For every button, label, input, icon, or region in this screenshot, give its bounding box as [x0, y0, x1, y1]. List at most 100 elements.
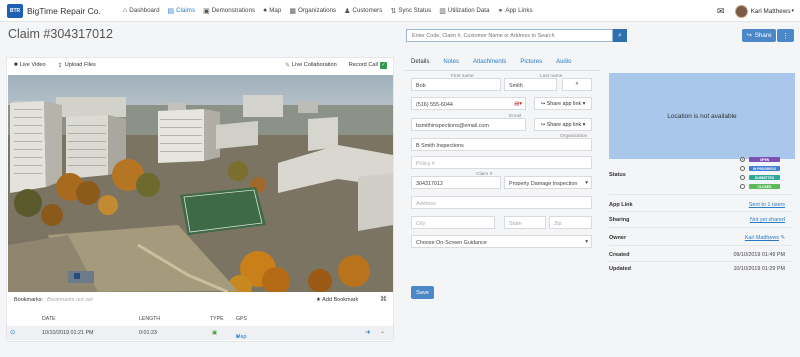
video-panel: ■ Live Video ⇪ Upload Files ✎ Live Collabor…: [6, 57, 394, 342]
row-length: 0:01:23: [139, 330, 157, 336]
lookup-button[interactable]: ⌕: [562, 78, 592, 91]
nav-item-utilization-data[interactable]: ▥ Utilization Data: [435, 0, 493, 22]
sharing-label: Sharing: [609, 217, 630, 223]
nav-item-label: Customers: [352, 7, 383, 14]
divider: [609, 194, 793, 195]
organization-field[interactable]: B Smith Inspections: [411, 138, 592, 151]
us-flag-icon[interactable]: ▤▾: [514, 101, 522, 107]
address-field[interactable]: Address: [411, 196, 592, 209]
chevron-down-icon[interactable]: ▾: [791, 8, 794, 14]
claim-number-field[interactable]: 304317012: [411, 176, 501, 189]
dashboard-icon: ⌂: [123, 7, 128, 14]
aerial-city-video-frame: [8, 75, 393, 292]
owner-link[interactable]: Karl Matthews: [745, 235, 779, 241]
status-label: Status: [609, 172, 626, 178]
created-value: 09/10/2019 01:49 PM: [733, 252, 785, 258]
bookmarks-placeholder[interactable]: Bookmarks not set: [47, 297, 93, 303]
search-icon: ⌕: [575, 81, 579, 87]
chevron-down-icon: ▾: [585, 239, 588, 245]
video-player[interactable]: [8, 75, 393, 292]
search-input[interactable]: [406, 29, 613, 42]
record-call-toggle[interactable]: Record Call ✓: [349, 61, 387, 69]
tab-notes[interactable]: Notes: [443, 57, 459, 69]
updated-label: Updated: [609, 266, 631, 272]
live-collaboration-label: Live Collaboration: [291, 62, 337, 68]
location-map-placeholder: Location is not available: [609, 73, 795, 159]
share-app-link-phone-button[interactable]: ↪ Share app link ▾: [534, 97, 592, 110]
chevron-down-icon[interactable]: ⌄: [380, 328, 385, 335]
state-field[interactable]: State: [504, 216, 546, 229]
tab-attachments[interactable]: Attachments: [473, 57, 506, 69]
row-date: 10/10/2019 01:21 PM: [42, 330, 94, 336]
upload-icon: ⇪: [57, 62, 63, 69]
status-option-closed[interactable]: CLOSED: [740, 183, 780, 190]
updated-value: 10/10/2019 01:29 PM: [733, 266, 785, 272]
nav-item-app-links[interactable]: ⚭ App Links: [493, 0, 536, 22]
add-bookmark-label: Add Bookmark: [322, 297, 359, 303]
nav-item-label: Demonstrations: [211, 7, 256, 14]
live-collaboration-button[interactable]: ✎ Live Collaboration: [285, 62, 337, 69]
phone-field[interactable]: (516) 555-6044 ▤▾: [411, 97, 526, 110]
status-option-submitted[interactable]: SUBMITTED: [740, 174, 780, 181]
nav-item-dashboard[interactable]: ⌂ Dashboard: [119, 0, 164, 22]
nav-item-claims[interactable]: ▤ Claims: [164, 0, 200, 22]
tab-details[interactable]: Details: [411, 57, 429, 69]
first-name-field[interactable]: Bob: [411, 78, 501, 91]
nav-item-organizations[interactable]: ▦ Organizations: [285, 0, 340, 22]
zip-field[interactable]: Zip: [549, 216, 592, 229]
nav-item-demonstrations[interactable]: ▣ Demonstrations: [199, 0, 259, 22]
chevron-down-icon: ▾: [585, 180, 588, 186]
status-badge: IN PROGRESS: [749, 166, 780, 171]
user-menu[interactable]: Karl Matthews: [751, 8, 791, 15]
paperclip-icon[interactable]: ⌘: [380, 295, 387, 303]
status-option-in-progress[interactable]: IN PROGRESS: [740, 165, 780, 172]
radio-icon[interactable]: [740, 166, 745, 171]
radio-selected-icon[interactable]: [740, 157, 745, 162]
play-icon[interactable]: ⊙: [10, 328, 15, 336]
email-field[interactable]: bsmithinspections@email.com: [411, 118, 526, 131]
live-video-button[interactable]: ■ Live Video: [14, 62, 46, 68]
bookmarks-field: Bookmarks: Bookmarks not set: [14, 297, 93, 303]
column-header-length: LENGTH: [139, 316, 161, 322]
share-app-link-email-button[interactable]: ↪ Share app link ▾: [534, 118, 592, 131]
edit-icon[interactable]: ✎: [780, 235, 785, 241]
search-button[interactable]: ⌕: [613, 29, 627, 42]
share-button[interactable]: ↪ Share: [742, 29, 776, 42]
app-link-label: App Link: [609, 202, 633, 208]
mail-icon[interactable]: ✉: [717, 6, 725, 17]
tab-audio[interactable]: Audio: [556, 57, 571, 69]
link-icon: ⚭: [497, 7, 504, 15]
app-link-value[interactable]: Sent to 1 users: [749, 202, 785, 208]
table-row[interactable]: ⊙ 10/10/2019 01:21 PM 0:01:23 ▣ ● Map ➜ …: [7, 326, 393, 340]
tab-pictures[interactable]: Pictures: [520, 57, 542, 69]
nav-item-map[interactable]: ● Map: [259, 0, 285, 22]
divider: [609, 245, 793, 246]
download-icon[interactable]: ➜: [365, 328, 370, 336]
demonstrations-icon: ▣: [203, 7, 210, 15]
share-icon: ↪: [746, 32, 752, 39]
brand[interactable]: BTR BigTime Repair Co.: [7, 3, 119, 18]
user-icon: ♟: [344, 7, 351, 15]
nav-item-customers[interactable]: ♟ Customers: [340, 0, 386, 22]
share-app-link-label: Share app link: [546, 121, 582, 128]
last-name-field[interactable]: Smith: [504, 78, 557, 91]
radio-icon[interactable]: [740, 175, 745, 180]
company-logo: BTR: [7, 3, 23, 18]
claim-type-value: Property Damage Inspection: [509, 180, 578, 187]
nav-item-label: Sync Status: [398, 7, 432, 14]
radio-icon[interactable]: [740, 184, 745, 189]
claim-type-select[interactable]: Property Damage Inspection ▾: [504, 176, 592, 189]
policy-field[interactable]: Policy #: [411, 156, 592, 169]
upload-files-button[interactable]: ⇪ Upload Files: [58, 62, 96, 69]
share-app-link-label: Share app link: [546, 100, 582, 107]
nav-item-sync-status[interactable]: ⇅ Sync Status: [386, 0, 435, 22]
sharing-value[interactable]: Not yet shared: [750, 217, 785, 223]
add-bookmark-button[interactable]: ★ Add Bookmark: [316, 297, 358, 303]
more-options-button[interactable]: ⋮: [777, 29, 794, 42]
save-button[interactable]: Save: [411, 286, 434, 299]
guidance-select[interactable]: Choose On-Screen Guidance ▾: [411, 235, 592, 248]
avatar[interactable]: [734, 4, 748, 18]
owner-value[interactable]: Karl Matthews ✎: [745, 235, 785, 241]
city-field[interactable]: City: [411, 216, 495, 229]
status-option-open[interactable]: OPEN: [740, 156, 780, 163]
